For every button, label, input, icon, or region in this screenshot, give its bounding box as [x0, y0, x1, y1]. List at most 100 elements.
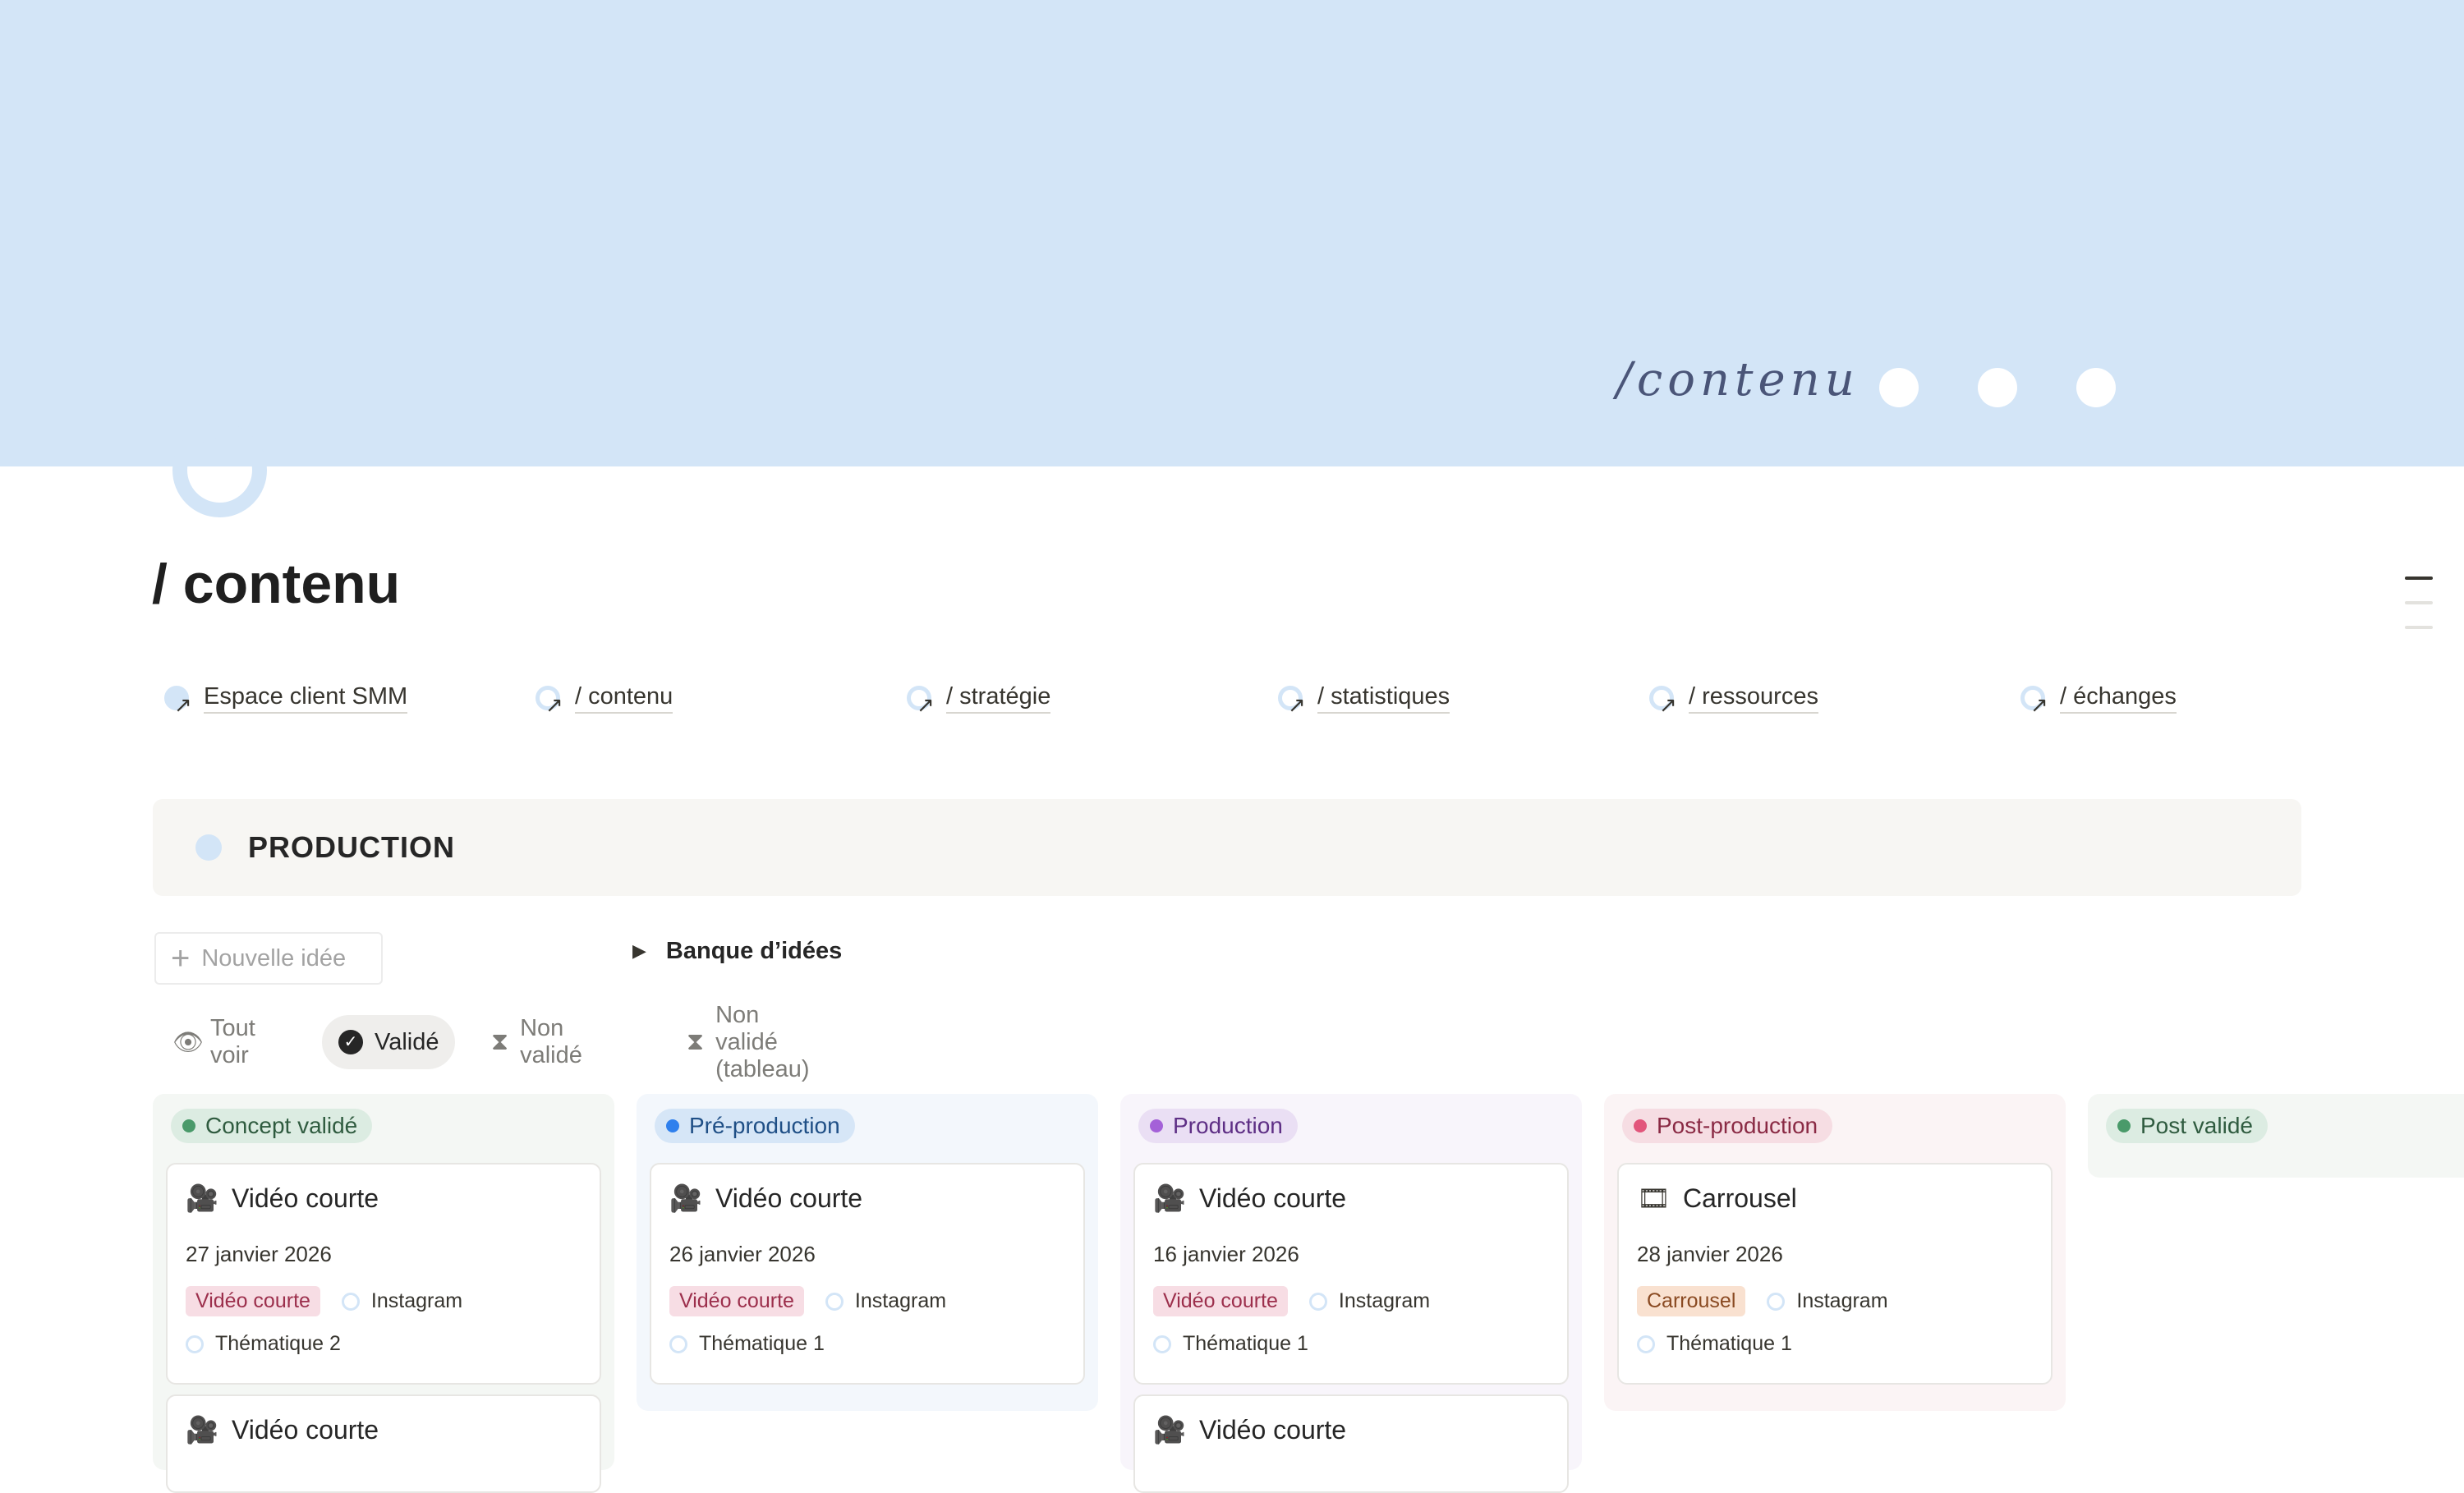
link-label: / stratégie — [946, 683, 1051, 714]
eye-icon: 👁 — [172, 1028, 205, 1056]
relation-ring-icon — [669, 1335, 687, 1353]
board-card[interactable]: 🎥 Vidéo courte — [166, 1394, 601, 1493]
cover-dot — [2076, 368, 2116, 407]
video-camera-icon: 🎥 — [186, 1183, 218, 1213]
view-tab-valide[interactable]: ✓ Validé — [322, 1015, 456, 1069]
page-cover: /contenu — [0, 0, 2464, 466]
card-theme-row: Thématique 1 — [1637, 1332, 1792, 1356]
relation-ring-icon — [186, 1335, 204, 1353]
format-tag: Vidéo courte — [186, 1286, 320, 1316]
view-tab-tout-voir[interactable]: 👁 Tout voir — [156, 1015, 272, 1069]
relation-ring-icon — [825, 1292, 844, 1311]
cover-dot — [1879, 368, 1919, 407]
card-properties: Vidéo courte Instagram — [669, 1286, 946, 1316]
board-card[interactable]: 🎥 Vidéo courte 16 janvier 2026 Vidéo cou… — [1133, 1163, 1569, 1385]
relation-ring-icon — [1767, 1292, 1786, 1311]
link-statistiques[interactable]: ↗ / statistiques — [1278, 675, 1450, 721]
view-tab-non-valide[interactable]: ⧗ Non validé — [475, 1015, 608, 1069]
video-camera-icon: 🎥 — [1153, 1415, 1186, 1445]
platform-label: Instagram — [854, 1289, 947, 1312]
status-dot-icon — [2117, 1119, 2131, 1132]
column-name: Pré-production — [689, 1113, 840, 1138]
link-arrow-icon: ↗ — [2020, 684, 2048, 715]
column-status-badge: Pré-production — [655, 1109, 855, 1143]
relation-ring-icon — [1308, 1292, 1327, 1311]
theme-label: Thématique 1 — [1183, 1332, 1308, 1355]
card-title-row: 🎥 Vidéo courte — [1153, 1183, 1346, 1214]
link-espace-client[interactable]: ↗ Espace client SMM — [164, 675, 408, 721]
theme-label: Thématique 2 — [215, 1332, 341, 1355]
link-arrow-icon: ↗ — [907, 684, 935, 715]
plus-icon: + — [171, 940, 191, 976]
board-column-production: Production 🎥 Vidéo courte 16 janvier 202… — [1120, 1094, 1582, 1493]
card-properties: Carrousel Instagram — [1637, 1286, 1888, 1316]
card-title-row: 🎥 Vidéo courte — [1153, 1414, 1346, 1445]
link-arrow-icon: ↗ — [1649, 684, 1677, 715]
card-title-row: 🎥 Vidéo courte — [186, 1414, 379, 1445]
ideas-bank-toggle[interactable]: ▶ Banque d’idées — [632, 935, 842, 967]
board-card[interactable]: 🎥 Vidéo courte — [1133, 1394, 1569, 1493]
card-theme-row: Thématique 1 — [1153, 1332, 1308, 1356]
link-label: / ressources — [1689, 683, 1818, 714]
card-date: 16 janvier 2026 — [1153, 1242, 1299, 1266]
board-card[interactable]: 🎞 Carrousel 28 janvier 2026 Carrousel In… — [1617, 1163, 2053, 1385]
view-tab-label: Validé — [375, 1028, 439, 1055]
board-column-pre-production: Pré-production 🎥 Vidéo courte 26 janvier… — [637, 1094, 1098, 1411]
linked-pages-row: ↗ Espace client SMM ↗ / contenu ↗ / stra… — [164, 675, 2382, 724]
link-label: Espace client SMM — [204, 683, 408, 714]
link-contenu[interactable]: ↗ / contenu — [536, 675, 673, 721]
link-echanges[interactable]: ↗ / échanges — [2020, 675, 2177, 721]
view-tab-label: Non validé (tableau) — [715, 1001, 810, 1082]
link-arrow-icon: ↗ — [164, 684, 192, 715]
status-dot-icon — [666, 1119, 679, 1132]
table-of-contents-icon[interactable] — [2405, 601, 2433, 604]
format-tag: Vidéo courte — [1153, 1286, 1288, 1316]
card-theme-row: Thématique 2 — [186, 1332, 341, 1356]
link-label: / échanges — [2060, 683, 2177, 714]
hourglass-icon: ⧗ — [491, 1028, 509, 1055]
status-dot-icon — [182, 1119, 195, 1132]
column-name: Post validé — [2140, 1113, 2253, 1138]
theme-label: Thématique 1 — [1666, 1332, 1792, 1355]
video-camera-icon: 🎥 — [186, 1415, 218, 1445]
column-status-badge: Production — [1138, 1109, 1298, 1143]
table-of-contents-icon[interactable] — [2405, 626, 2433, 629]
column-name: Production — [1173, 1113, 1283, 1138]
column-name: Post-production — [1657, 1113, 1818, 1138]
new-idea-button[interactable]: + Nouvelle idée — [154, 932, 383, 985]
link-strategie[interactable]: ↗ / stratégie — [907, 675, 1051, 721]
view-tab-label: Non validé — [520, 1015, 582, 1068]
link-label: / statistiques — [1317, 683, 1450, 714]
column-status-badge: Concept validé — [171, 1109, 373, 1143]
hourglass-icon: ⧗ — [687, 1028, 705, 1055]
format-tag: Carrousel — [1637, 1286, 1746, 1316]
card-title-row: 🎥 Vidéo courte — [669, 1183, 862, 1214]
column-status-badge: Post-production — [1622, 1109, 1833, 1143]
relation-ring-icon — [341, 1292, 360, 1311]
link-label: / contenu — [575, 683, 673, 714]
card-date: 27 janvier 2026 — [186, 1242, 332, 1266]
status-dot-icon — [1150, 1119, 1163, 1132]
column-name: Concept validé — [205, 1113, 358, 1138]
link-ressources[interactable]: ↗ / ressources — [1649, 675, 1818, 721]
check-circle-icon: ✓ — [338, 1030, 363, 1054]
page-title: / contenu — [152, 553, 401, 615]
callout-dot-icon — [195, 834, 222, 861]
new-idea-label: Nouvelle idée — [201, 944, 347, 972]
video-camera-icon: 🎥 — [669, 1183, 702, 1213]
page-icon[interactable] — [172, 423, 267, 517]
cover-handwritten-title: /contenu — [1616, 353, 1859, 407]
card-date: 28 janvier 2026 — [1637, 1242, 1783, 1266]
toggle-triangle-icon[interactable]: ▶ — [632, 940, 646, 962]
board-card[interactable]: 🎥 Vidéo courte 26 janvier 2026 Vidéo cou… — [650, 1163, 1085, 1385]
relation-ring-icon — [1153, 1335, 1171, 1353]
table-of-contents-icon[interactable] — [2405, 577, 2433, 580]
toggle-label: Banque d’idées — [665, 937, 843, 964]
platform-label: Instagram — [370, 1289, 463, 1312]
board-card[interactable]: 🎥 Vidéo courte 27 janvier 2026 Vidéo cou… — [166, 1163, 601, 1385]
view-tab-non-valide-tableau[interactable]: ⧗ Non validé (tableau) — [670, 1002, 834, 1082]
card-date: 26 janvier 2026 — [669, 1242, 816, 1266]
board-column-post-valide: Post validé — [2088, 1094, 2464, 1178]
card-properties: Vidéo courte Instagram — [186, 1286, 462, 1316]
film-frames-icon: 🎞 — [1637, 1183, 1671, 1213]
